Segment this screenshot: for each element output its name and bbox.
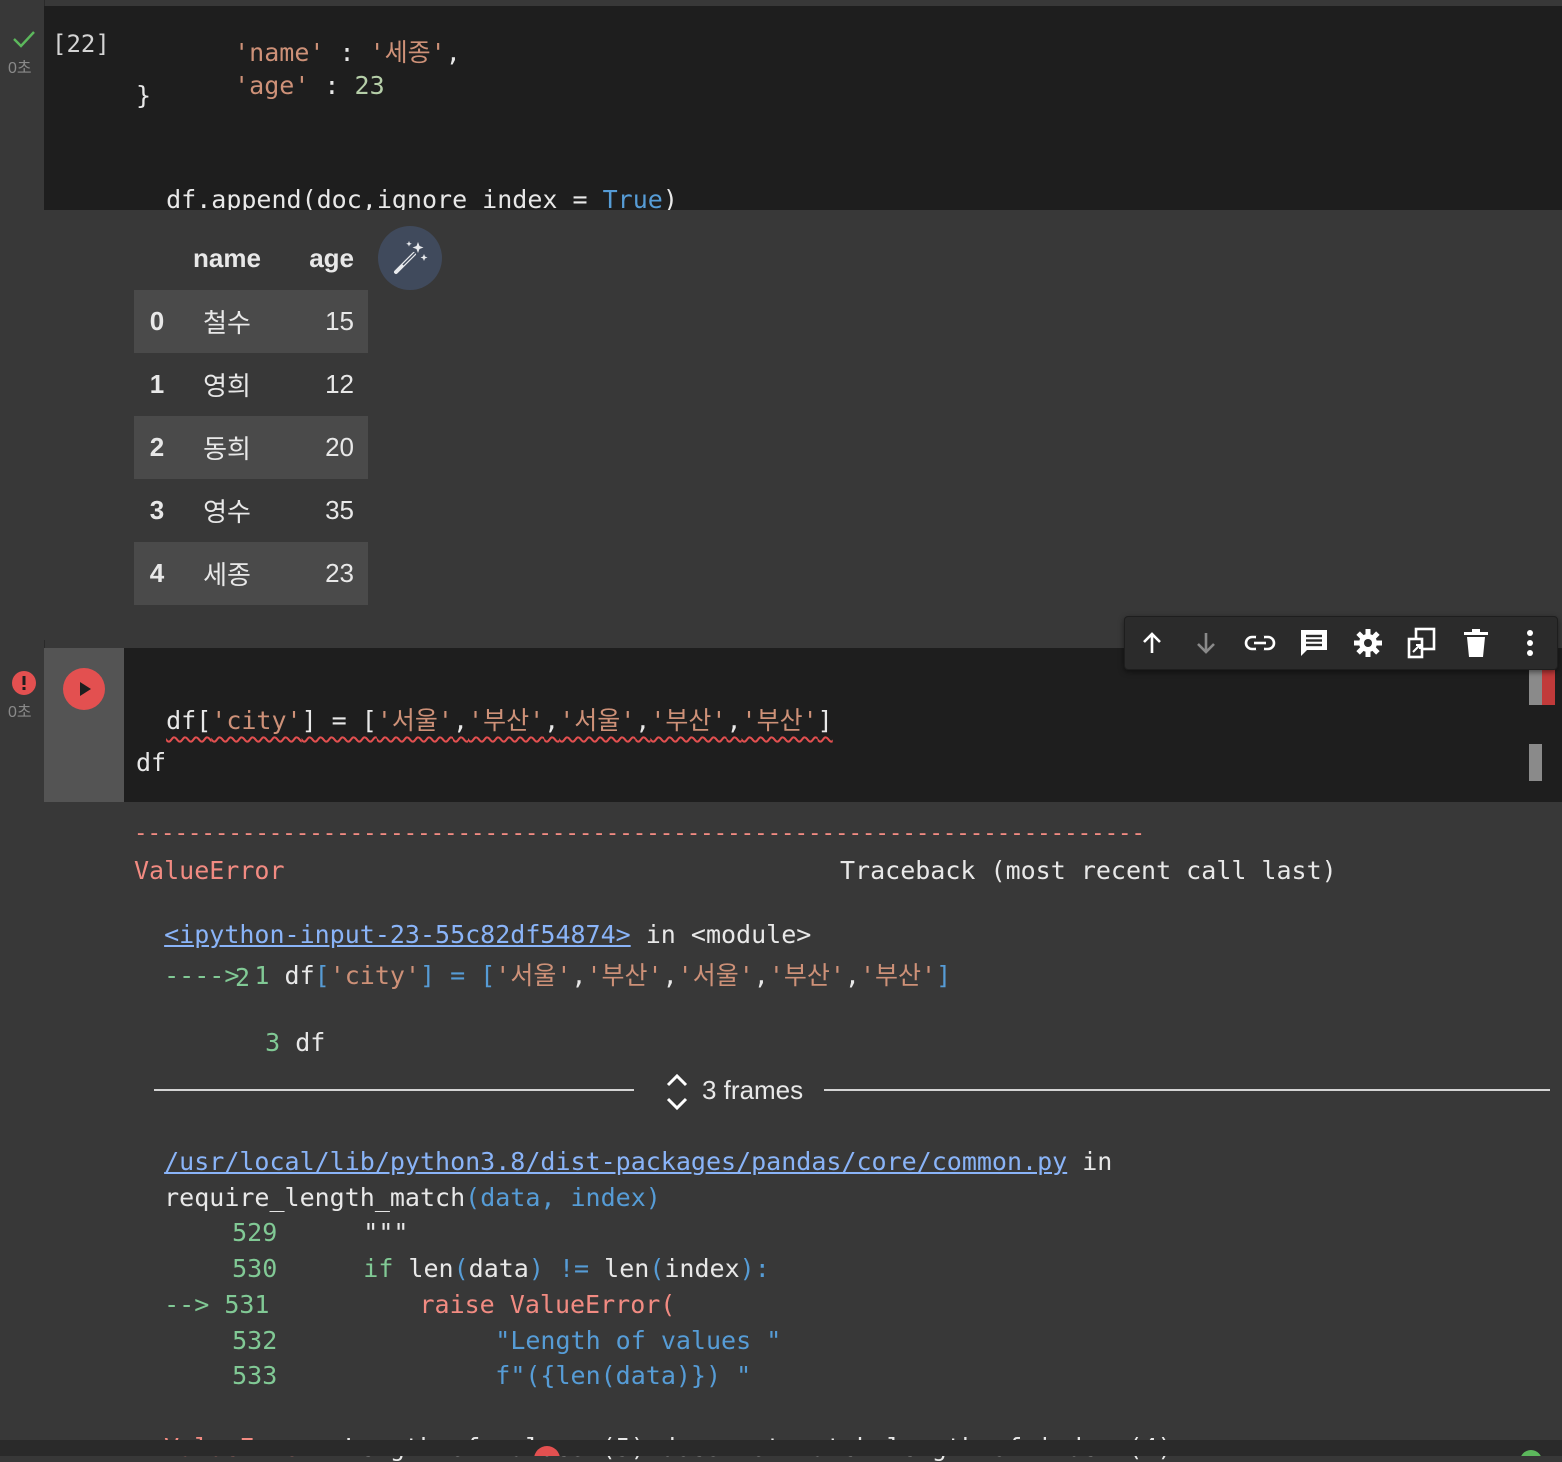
- status-error-dot: [534, 1446, 560, 1456]
- row-name: 영수: [203, 497, 251, 527]
- table-header-row: name age: [134, 236, 368, 290]
- row-index: 3: [149, 495, 165, 525]
- mirror-cell-icon: [1407, 627, 1436, 659]
- table-header-name: name: [193, 242, 261, 273]
- cell2-exec-time: 0초: [8, 704, 32, 721]
- move-cell-up-button[interactable]: [1125, 617, 1179, 669]
- add-comment-button[interactable]: [1287, 617, 1341, 669]
- editor-scroll-marker: [1529, 744, 1542, 781]
- table-header-age: age: [309, 242, 354, 273]
- table-row: 1 영희 12: [134, 353, 368, 416]
- row-index: 2: [134, 416, 180, 479]
- magic-wand-icon: [394, 241, 428, 274]
- link-icon: [1244, 635, 1276, 651]
- cell1-exec-count: [22]: [52, 30, 110, 58]
- move-cell-down-button[interactable]: [1179, 617, 1233, 669]
- mirror-cell-button[interactable]: [1395, 617, 1449, 669]
- delete-cell-button[interactable]: [1449, 617, 1503, 669]
- table-row: 4 세종 23: [134, 542, 368, 605]
- table-header-index: [134, 236, 180, 290]
- cell-toolbar: [1124, 616, 1558, 670]
- cell-settings-button[interactable]: [1341, 617, 1395, 669]
- gear-icon: [1354, 629, 1382, 657]
- traceback-code-line-1: ----> 1 df['city'] = ['서울','부산','서울','부산…: [164, 961, 952, 990]
- row-age: 12: [325, 369, 354, 399]
- expand-frames-toggle[interactable]: 3 frames: [664, 1072, 814, 1112]
- row-index: 4: [134, 542, 180, 605]
- cell1-line-2: 'age' : 23: [234, 71, 385, 100]
- cell1-line-3: }: [136, 81, 152, 110]
- traceback-source-533: 533 f"({len(data)}) ": [232, 1361, 752, 1390]
- cell1-line-4: df.append(doc,ignore_index = True): [166, 185, 678, 214]
- traceback-error-name: ValueError: [134, 856, 285, 885]
- cell2-line-1: df['city'] = ['서울','부산','서울','부산','부산']: [166, 706, 833, 735]
- play-icon: [80, 682, 91, 696]
- more-vert-icon: [1527, 630, 1533, 656]
- frames-divider-left: [154, 1089, 634, 1091]
- traceback-separator: ----------------------------------------…: [134, 820, 1146, 846]
- row-age: 35: [325, 495, 354, 525]
- status-ok-dot: [1520, 1450, 1542, 1456]
- row-name: 영희: [203, 371, 251, 401]
- run-cell-button[interactable]: [63, 668, 105, 710]
- row-name: 세종: [180, 542, 274, 605]
- row-index: 0: [134, 290, 180, 353]
- status-bar: [0, 1440, 1562, 1456]
- check-icon: [13, 31, 35, 48]
- table-row: 0 철수 15: [134, 290, 368, 353]
- row-age: 23: [274, 542, 368, 605]
- copy-link-button[interactable]: [1233, 617, 1287, 669]
- suggest-charts-button[interactable]: [378, 226, 442, 290]
- row-name: 동희: [180, 416, 274, 479]
- cell1-exec-time: 0초: [8, 60, 32, 77]
- frames-divider-right: [824, 1089, 1550, 1091]
- unfold-icon: [666, 1073, 688, 1111]
- traceback-header: Traceback (most recent call last): [840, 856, 1337, 885]
- arrow-up-icon: [1143, 632, 1161, 653]
- table-row: 3 영수 35: [134, 479, 368, 542]
- row-age: 15: [274, 290, 368, 353]
- arrow-down-icon: [1197, 633, 1215, 654]
- row-name: 철수: [180, 290, 274, 353]
- cell2-line-2: df: [136, 748, 167, 777]
- more-actions-button[interactable]: [1503, 617, 1557, 669]
- table-row: 2 동희 20: [134, 416, 368, 479]
- traceback-code-line-3: 3 df: [265, 1028, 326, 1057]
- delete-icon: [1464, 629, 1488, 657]
- frames-label: 3 frames: [702, 1075, 804, 1105]
- editor-error-marker: [1542, 668, 1555, 705]
- traceback-line-number: 2: [235, 963, 251, 992]
- editor-scroll-marker: [1529, 668, 1542, 705]
- row-age: 20: [274, 416, 368, 479]
- error-icon: [12, 671, 36, 695]
- dataframe-table: name age 0 철수 15 1 영희 12 2 동희 20 3 영수 35…: [134, 236, 368, 605]
- comment-icon: [1301, 630, 1327, 656]
- row-index: 1: [149, 369, 165, 399]
